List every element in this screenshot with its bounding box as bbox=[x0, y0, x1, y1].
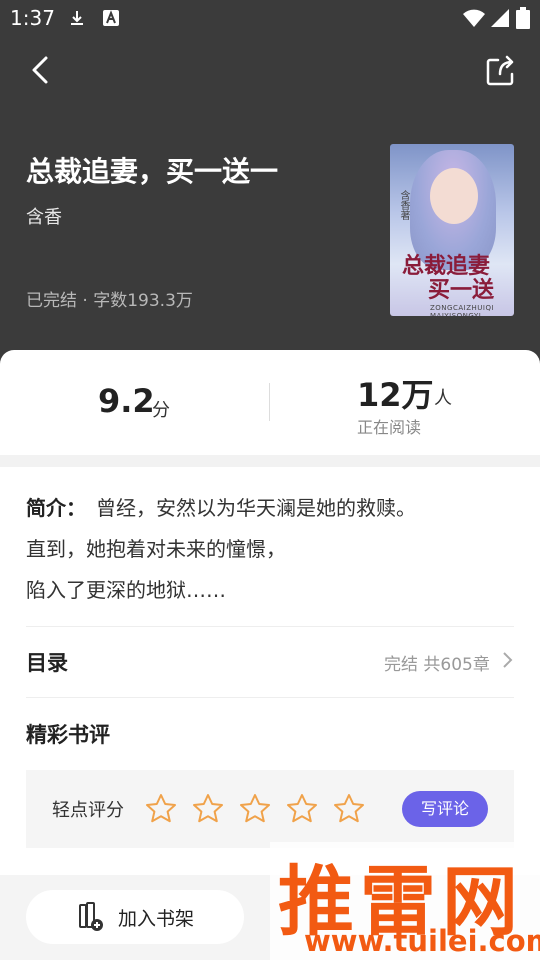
star-icon[interactable] bbox=[238, 792, 272, 826]
battery-icon bbox=[516, 7, 530, 29]
cover-title: 总裁追妻 买一送 bbox=[402, 254, 494, 302]
book-author[interactable]: 含香 bbox=[26, 203, 62, 229]
star-icon[interactable] bbox=[332, 792, 366, 826]
divider bbox=[26, 697, 514, 698]
star-icon[interactable] bbox=[144, 792, 178, 826]
score-value: 9.2 bbox=[98, 382, 155, 420]
wifi-icon bbox=[463, 9, 485, 27]
toc-status[interactable]: 完结 共605章 bbox=[384, 650, 490, 675]
write-review-button[interactable]: 写评论 bbox=[402, 791, 488, 827]
score-unit: 分 bbox=[152, 400, 170, 421]
section-gap bbox=[0, 455, 540, 467]
status-time: 1:37 bbox=[10, 6, 55, 30]
reviews-label: 精彩书评 bbox=[26, 723, 110, 747]
cover-title-line1: 总裁追妻 bbox=[402, 253, 491, 279]
readers-count: 12万 bbox=[357, 376, 434, 414]
app-notification-icon bbox=[103, 10, 119, 26]
intro-line: 曾经，安然以为华天澜是她的救赎。 bbox=[96, 496, 416, 520]
readers-label: 正在阅读 bbox=[357, 418, 422, 437]
cover-pinyin: ZONGCAIZHUIQI MAIYISONGYI bbox=[430, 304, 495, 316]
cover-author: 含香著 bbox=[398, 190, 409, 220]
signal-icon bbox=[491, 9, 509, 27]
watermark-url: www.tuilei.com bbox=[304, 924, 540, 958]
share-icon[interactable] bbox=[484, 54, 518, 88]
add-to-shelf-label[interactable]: 加入书架 bbox=[118, 904, 194, 931]
book-meta: 已完结 · 字数193.3万 bbox=[26, 291, 193, 311]
status-bar: 1:37 bbox=[0, 0, 540, 40]
stats-divider bbox=[269, 383, 270, 421]
book-cover: 含香著 总裁追妻 买一送 ZONGCAIZHUIQI MAIYISONGYI bbox=[390, 144, 514, 316]
intro-label: 简介： bbox=[26, 496, 86, 520]
cover-face bbox=[430, 168, 478, 224]
back-icon[interactable] bbox=[24, 52, 60, 88]
book-title: 总裁追妻，买一送一 bbox=[26, 155, 279, 188]
add-bookshelf-icon[interactable] bbox=[78, 902, 104, 932]
star-icon[interactable] bbox=[285, 792, 319, 826]
intro-line: 陷入了更深的地狱…… bbox=[26, 578, 226, 602]
download-icon bbox=[71, 11, 83, 25]
intro-line: 直到，她抱着对未来的憧憬， bbox=[26, 537, 286, 561]
rate-label: 轻点评分 bbox=[52, 800, 124, 821]
cover-title-line2: 买一送 bbox=[428, 277, 495, 303]
divider bbox=[26, 626, 514, 627]
star-icon[interactable] bbox=[191, 792, 225, 826]
readers-unit: 人 bbox=[434, 388, 452, 409]
toc-label[interactable]: 目录 bbox=[26, 647, 68, 677]
chevron-right-icon[interactable] bbox=[500, 651, 514, 669]
